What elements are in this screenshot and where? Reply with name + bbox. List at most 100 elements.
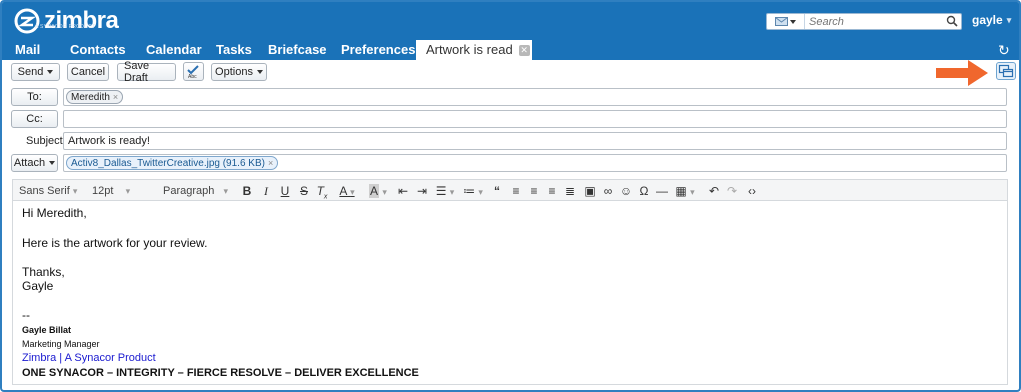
undo-icon[interactable]: ↶ xyxy=(707,183,721,199)
body-line: Here is the artwork for your review. xyxy=(22,236,208,250)
attachment-chip[interactable]: Activ8_Dallas_TwitterCreative.jpg (91.6 … xyxy=(66,156,279,170)
search-input[interactable] xyxy=(805,14,935,29)
spellcheck-button[interactable]: Abc xyxy=(183,62,204,81)
emoticon-icon[interactable]: ☺ xyxy=(619,183,633,199)
tab-calendar[interactable]: Calendar xyxy=(146,40,202,60)
zimbra-logo[interactable]: zimbra xyxy=(14,7,119,35)
signature-link[interactable]: Zimbra | A Synacor Product xyxy=(22,352,156,364)
font-size-select[interactable]: 12pt ▾ xyxy=(92,184,130,198)
link-icon[interactable]: ∞ xyxy=(601,183,615,199)
to-field[interactable]: Meredith × xyxy=(63,88,1007,106)
subject-label: Subject: xyxy=(26,135,66,147)
subject-field[interactable]: Artwork is ready! xyxy=(63,132,1007,150)
table-icon[interactable]: ▦ ▾ xyxy=(673,183,697,199)
text-color-icon[interactable]: A ▾ xyxy=(335,183,359,199)
bullet-list-icon[interactable]: ☰ ▾ xyxy=(433,183,457,199)
top-header: zimbra A SYNACOR PRODUCT gayle ▾ xyxy=(2,2,1019,40)
callout-arrow-icon xyxy=(936,60,988,86)
close-icon[interactable]: ✕ xyxy=(518,44,530,56)
blockquote-icon[interactable]: “ xyxy=(490,183,504,199)
signature-title: Marketing Manager xyxy=(22,339,100,349)
cc-field[interactable] xyxy=(63,110,1007,128)
justify-icon[interactable]: ≣ xyxy=(563,183,577,199)
font-family-value: Sans Serif xyxy=(19,185,70,197)
chevron-down-icon xyxy=(49,161,56,165)
tab-preferences[interactable]: Preferences xyxy=(341,40,415,60)
clear-format-icon[interactable]: Tx xyxy=(316,183,328,200)
chevron-down-icon: ▾ xyxy=(382,187,387,197)
remove-icon[interactable]: × xyxy=(268,158,273,168)
align-center-icon[interactable]: ≡ xyxy=(527,183,541,199)
tab-tasks[interactable]: Tasks xyxy=(216,40,252,60)
chevron-down-icon xyxy=(790,19,796,24)
message-body-editor[interactable]: Hi Meredith, Here is the artwork for you… xyxy=(12,201,1008,385)
special-char-icon[interactable]: Ω xyxy=(637,183,651,199)
align-left-icon[interactable]: ≡ xyxy=(509,183,523,199)
remove-icon[interactable]: × xyxy=(113,92,118,102)
options-label: Options xyxy=(215,66,253,78)
chevron-down-icon: ▾ xyxy=(449,187,455,197)
cc-button[interactable]: Cc: xyxy=(11,110,58,128)
horizontal-rule-icon[interactable]: — xyxy=(655,183,669,199)
attachment-field[interactable]: Activ8_Dallas_TwitterCreative.jpg (91.6 … xyxy=(63,154,1007,172)
chevron-down-icon: ▾ xyxy=(690,187,695,197)
body-greeting: Hi Meredith, xyxy=(22,206,87,220)
tab-contacts[interactable]: Contacts xyxy=(70,40,126,60)
highlight-color-icon[interactable]: A ▾ xyxy=(366,183,390,199)
attachment-name: Activ8_Dallas_TwitterCreative.jpg (91.6 … xyxy=(71,157,265,169)
zimbra-logo-icon xyxy=(14,8,40,34)
bold-icon[interactable]: B xyxy=(241,183,253,199)
new-window-icon xyxy=(998,64,1014,78)
tab-briefcase[interactable]: Briefcase xyxy=(268,40,327,60)
chevron-down-icon: ▾ xyxy=(350,187,355,197)
svg-text:Abc: Abc xyxy=(188,74,197,79)
save-draft-button[interactable]: Save Draft xyxy=(117,60,176,84)
align-right-icon[interactable]: ≡ xyxy=(545,183,559,199)
zimbra-compose-window: zimbra A SYNACOR PRODUCT gayle ▾ Mail xyxy=(0,0,1021,392)
search-icon[interactable] xyxy=(946,15,958,27)
block-format-value: Paragraph xyxy=(163,185,215,197)
options-button[interactable]: Options xyxy=(211,63,267,81)
to-button[interactable]: To: xyxy=(11,88,58,106)
numbered-list-icon[interactable]: ≔ ▾ xyxy=(461,183,485,199)
user-menu[interactable]: gayle ▾ xyxy=(972,13,1011,27)
send-button[interactable]: Send xyxy=(11,63,60,81)
block-format-select[interactable]: Paragraph ▾ xyxy=(163,184,228,198)
mail-icon xyxy=(775,17,788,26)
source-code-icon[interactable]: ‹› xyxy=(744,183,760,199)
spellcheck-icon: Abc xyxy=(187,64,199,79)
active-tab-label: Artwork is read xyxy=(426,42,513,57)
refresh-icon[interactable]: ↻ xyxy=(998,42,1010,59)
italic-icon[interactable]: I xyxy=(260,183,272,199)
body-name: Gayle xyxy=(22,279,54,293)
recipient-chip[interactable]: Meredith × xyxy=(66,90,124,104)
chevron-down-icon xyxy=(256,70,263,74)
tab-compose-active[interactable]: Artwork is read ✕ xyxy=(416,40,532,60)
tab-mail[interactable]: Mail xyxy=(15,40,40,60)
user-name: gayle xyxy=(972,13,1003,27)
new-window-button[interactable] xyxy=(996,62,1016,80)
strikethrough-icon[interactable]: S xyxy=(298,183,310,199)
signature-name: Gayle Billat xyxy=(22,325,72,335)
chevron-down-icon: ▾ xyxy=(478,187,483,197)
search-scope-dropdown[interactable] xyxy=(767,14,805,29)
editor-toolbar: Sans Serif ▾ 12pt ▾ Paragraph ▾ B I U S … xyxy=(12,179,1008,201)
font-family-select[interactable]: Sans Serif ▾ xyxy=(19,184,77,198)
redo-icon[interactable]: ↷ xyxy=(725,183,739,199)
chevron-down-icon xyxy=(47,70,54,74)
send-label: Send xyxy=(17,66,44,78)
attach-button[interactable]: Attach xyxy=(11,154,58,172)
signature-motto: ONE SYNACOR – INTEGRITY – FIERCE RESOLVE… xyxy=(22,367,419,379)
underline-icon[interactable]: U xyxy=(279,183,291,199)
chevron-down-icon: ▾ xyxy=(72,186,78,196)
font-size-value: 12pt xyxy=(92,185,114,197)
image-icon[interactable]: ▣ xyxy=(583,183,597,199)
chevron-down-icon: ▾ xyxy=(1006,14,1012,25)
recipient-name: Meredith xyxy=(71,91,110,103)
signature-separator: -- xyxy=(22,308,30,322)
chevron-down-icon: ▾ xyxy=(125,186,131,196)
indent-icon[interactable]: ⇥ xyxy=(415,183,429,199)
outdent-icon[interactable]: ⇤ xyxy=(396,183,410,199)
cancel-button[interactable]: Cancel xyxy=(67,63,109,81)
app-tabs: Mail Contacts Calendar Tasks Briefcase P… xyxy=(2,40,1019,60)
